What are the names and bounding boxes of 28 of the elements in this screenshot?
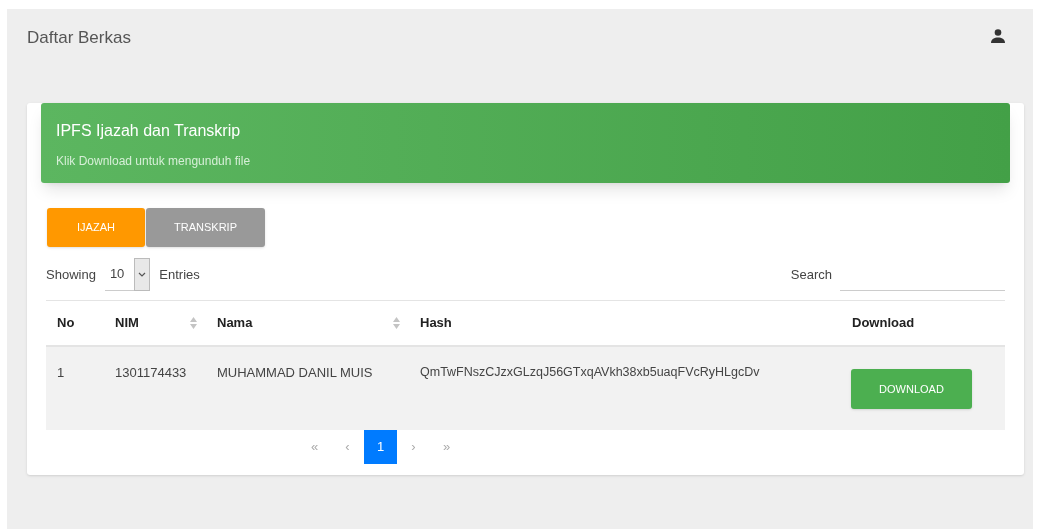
column-header[interactable]: NIM xyxy=(115,313,139,333)
table-cell-text: 1301174433 xyxy=(114,364,188,382)
download-button[interactable]: DOWNLOAD xyxy=(851,369,972,409)
column-header: Download xyxy=(852,314,915,333)
user-icon[interactable] xyxy=(991,29,1005,43)
column-header: Hash xyxy=(420,314,452,333)
showing-label: Showing xyxy=(46,265,96,284)
tab[interactable]: IJAZAH xyxy=(47,208,145,247)
page-link[interactable]: › xyxy=(397,430,430,464)
search-label: Search xyxy=(790,265,832,284)
page-link[interactable]: « xyxy=(298,430,331,464)
table-cell-text: QmTwFNszCJzxGLzqJ56GTxqAVkh38xb5uaqFVcRyHLgcDv xyxy=(419,364,761,381)
tab[interactable]: TRANSKRIP xyxy=(146,208,265,247)
table-cell-text: MUHAMMAD DANIL MUIS xyxy=(216,364,374,382)
entries-label: Entries xyxy=(159,265,200,284)
table-cell-text: 1 xyxy=(56,364,66,382)
page-link[interactable]: ‹ xyxy=(331,430,364,464)
chevron-down-icon xyxy=(138,271,147,277)
sort-icon xyxy=(393,317,400,329)
banner-subtitle: Klik Download untuk mengunduh file xyxy=(56,153,252,170)
page-link[interactable]: 1 xyxy=(364,430,397,464)
entries-select[interactable]: 10 xyxy=(104,258,151,291)
page-link[interactable]: » xyxy=(430,430,463,464)
banner-title: IPFS Ijazah dan Transkrip xyxy=(56,121,242,141)
column-header[interactable]: Nama xyxy=(217,313,253,333)
sort-icon xyxy=(190,317,197,329)
page-title: Daftar Berkas xyxy=(27,27,131,49)
column-header: No xyxy=(57,314,75,333)
